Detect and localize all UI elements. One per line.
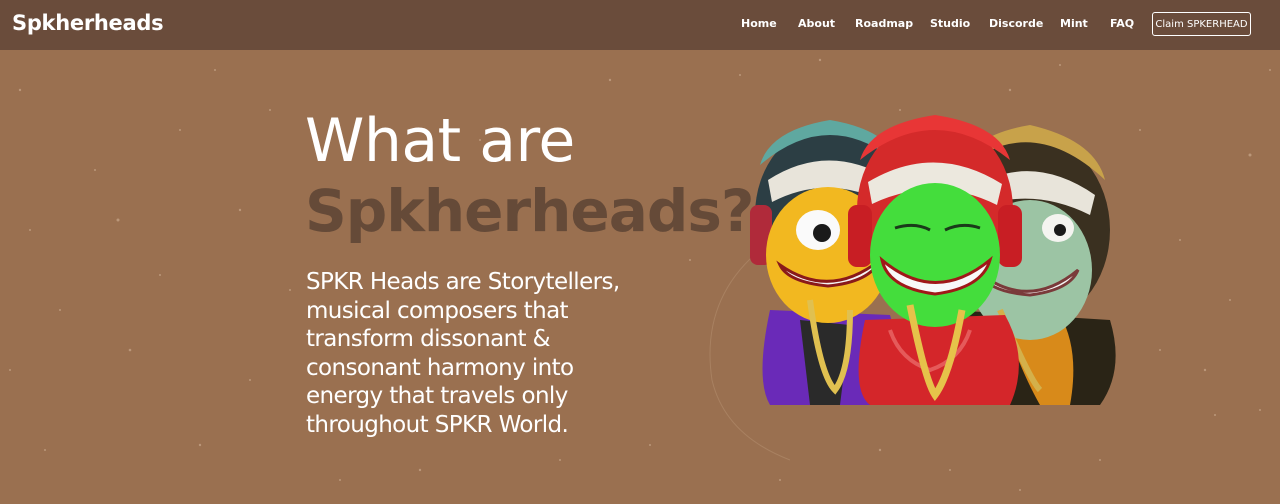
- nav-link-faq[interactable]: FAQ: [1110, 17, 1134, 30]
- nav-link-discorde[interactable]: Discorde: [989, 17, 1043, 30]
- hero-title-line1: What are: [305, 106, 575, 176]
- hero-title-line2: Spkherheads?: [305, 177, 755, 245]
- navbar: Spkherheads Home About Roadmap Studio Di…: [0, 0, 1280, 50]
- character-green: [848, 115, 1022, 405]
- nav-link-home[interactable]: Home: [741, 17, 777, 30]
- claim-spkerhead-button[interactable]: Claim SPKERHEAD: [1152, 12, 1251, 36]
- spkrheads-characters-illustration: [750, 115, 1116, 405]
- nav-link-about[interactable]: About: [798, 17, 835, 30]
- nav-link-studio[interactable]: Studio: [930, 17, 970, 30]
- nav-link-mint[interactable]: Mint: [1060, 17, 1088, 30]
- brand-logo[interactable]: Spkherheads: [12, 11, 164, 35]
- nav-link-roadmap[interactable]: Roadmap: [855, 17, 913, 30]
- hero-description: SPKR Heads are Storytellers, musical com…: [306, 269, 620, 438]
